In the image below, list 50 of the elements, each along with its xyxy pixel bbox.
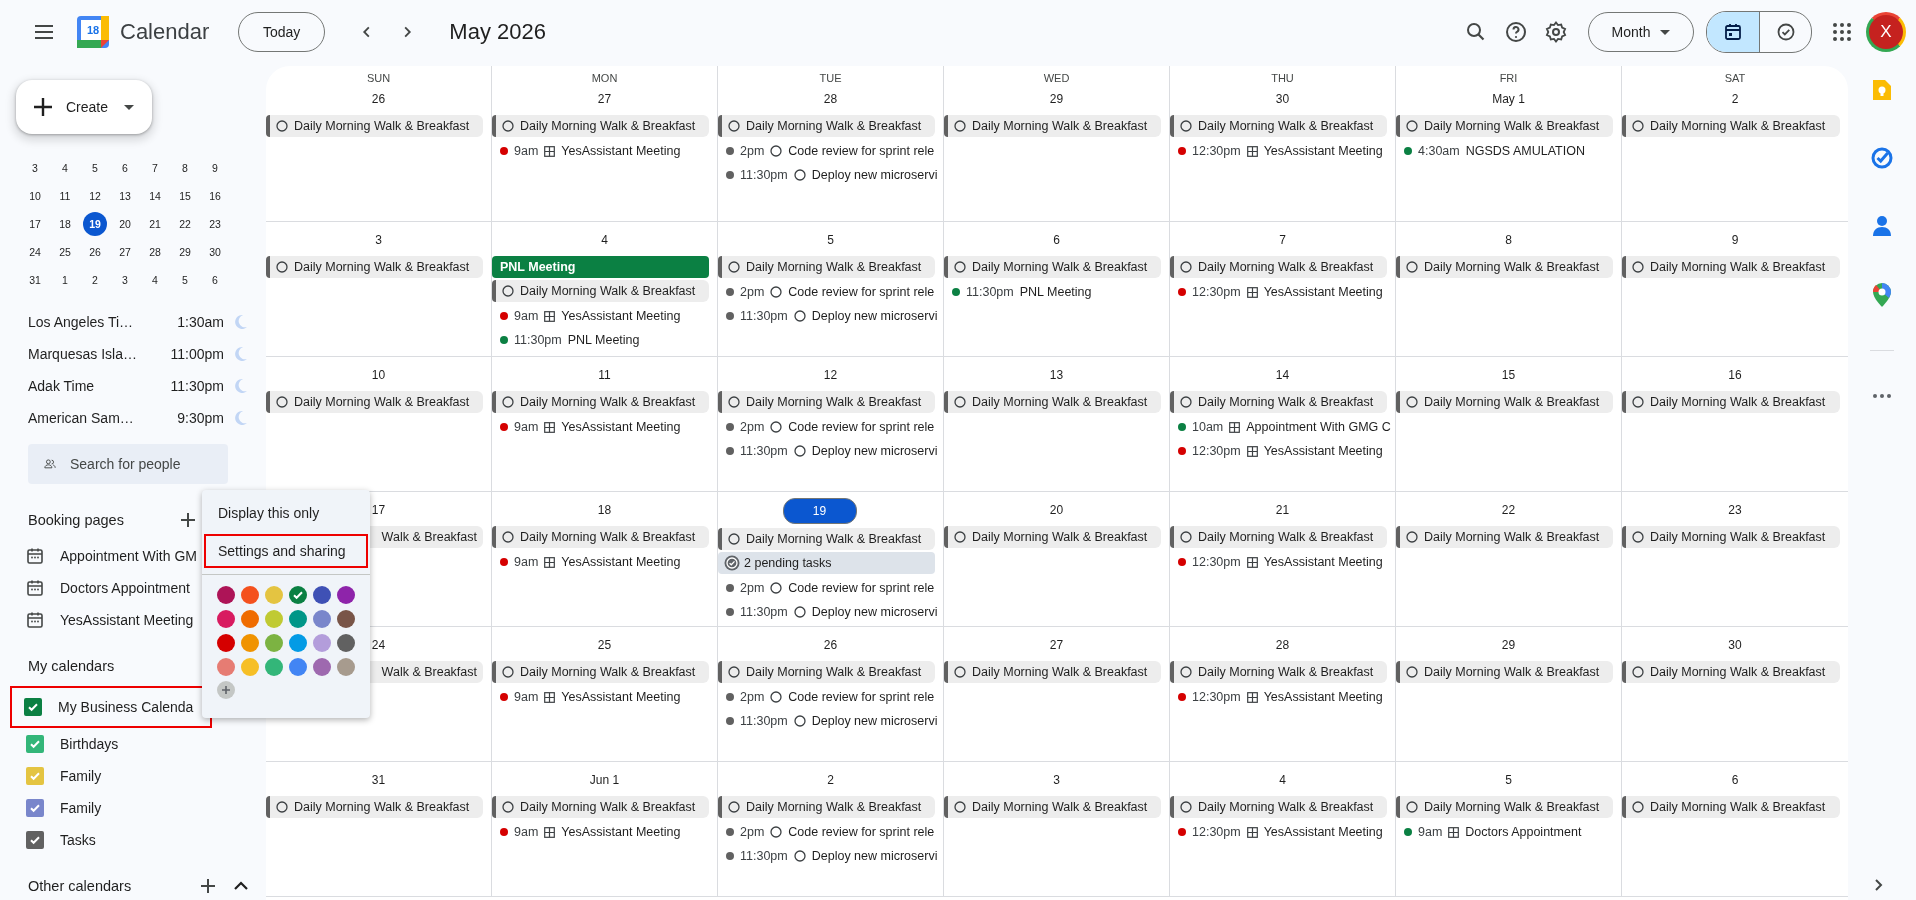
section-title: My calendars xyxy=(28,658,115,674)
event-time: 9am xyxy=(514,825,539,839)
event-time: 12:30pm xyxy=(1192,144,1241,158)
timezone-name: Marquesas Isla… xyxy=(28,346,138,362)
timezone-time: 1:30am xyxy=(177,314,224,330)
event-time: 11:30pm xyxy=(740,849,788,863)
weekday-label: FRI xyxy=(1499,72,1518,84)
weekday-label: WED xyxy=(1043,72,1070,84)
event-time: 11:30pm xyxy=(740,309,788,323)
timezone-time: 11:00pm xyxy=(170,346,224,362)
section-title: Booking pages xyxy=(28,512,124,528)
event-time: 2pm xyxy=(740,144,765,158)
weekday-label: TUE xyxy=(819,72,842,84)
event-time: 11:30pm xyxy=(740,444,788,458)
event-time: 9am xyxy=(514,690,539,704)
event-time: 11:30pm xyxy=(740,714,788,728)
event-time: 12:30pm xyxy=(1192,825,1241,839)
event-time: 9am xyxy=(514,555,539,569)
event-time: 11:30pm xyxy=(966,285,1014,299)
event-time: 12:30pm xyxy=(1192,444,1241,458)
weekday-label: SUN xyxy=(366,72,391,84)
timezone-name: Adak Time xyxy=(28,378,96,394)
event-time: 2pm xyxy=(740,825,765,839)
timezone-time: 11:30pm xyxy=(170,378,224,394)
event-time: 9am xyxy=(514,420,539,434)
app-title: Calendar xyxy=(120,19,211,45)
event-time: 11:30pm xyxy=(740,605,788,619)
weekday-label: THU xyxy=(1271,72,1294,84)
event-time: 9am xyxy=(514,309,539,323)
event-time: 9am xyxy=(514,144,539,158)
event-time: 11:30pm xyxy=(740,168,788,182)
timezone-time: 9:30pm xyxy=(177,410,224,426)
timezone-name: American Sam… xyxy=(28,410,135,426)
event-time: 12:30pm xyxy=(1192,285,1241,299)
event-time: 2pm xyxy=(740,581,765,595)
event-time: 9am xyxy=(1418,825,1443,839)
weekday-label: SAT xyxy=(1724,72,1746,84)
calendar-logo: 18 xyxy=(76,15,110,49)
event-time: 4:30am xyxy=(1418,144,1460,158)
event-time: 2pm xyxy=(740,285,765,299)
event-time: 2pm xyxy=(740,420,765,434)
event-time: 12:30pm xyxy=(1192,555,1241,569)
event-time: 12:30pm xyxy=(1192,690,1241,704)
event-time: 10am xyxy=(1192,420,1224,434)
period-title: May 2026 xyxy=(449,19,546,45)
weekday-label: MON xyxy=(591,72,618,84)
event-time: 11:30pm xyxy=(514,333,562,347)
event-time: 2pm xyxy=(740,690,765,704)
timezone-name: Los Angeles Ti… xyxy=(28,314,135,330)
section-title: Other calendars xyxy=(28,878,132,894)
